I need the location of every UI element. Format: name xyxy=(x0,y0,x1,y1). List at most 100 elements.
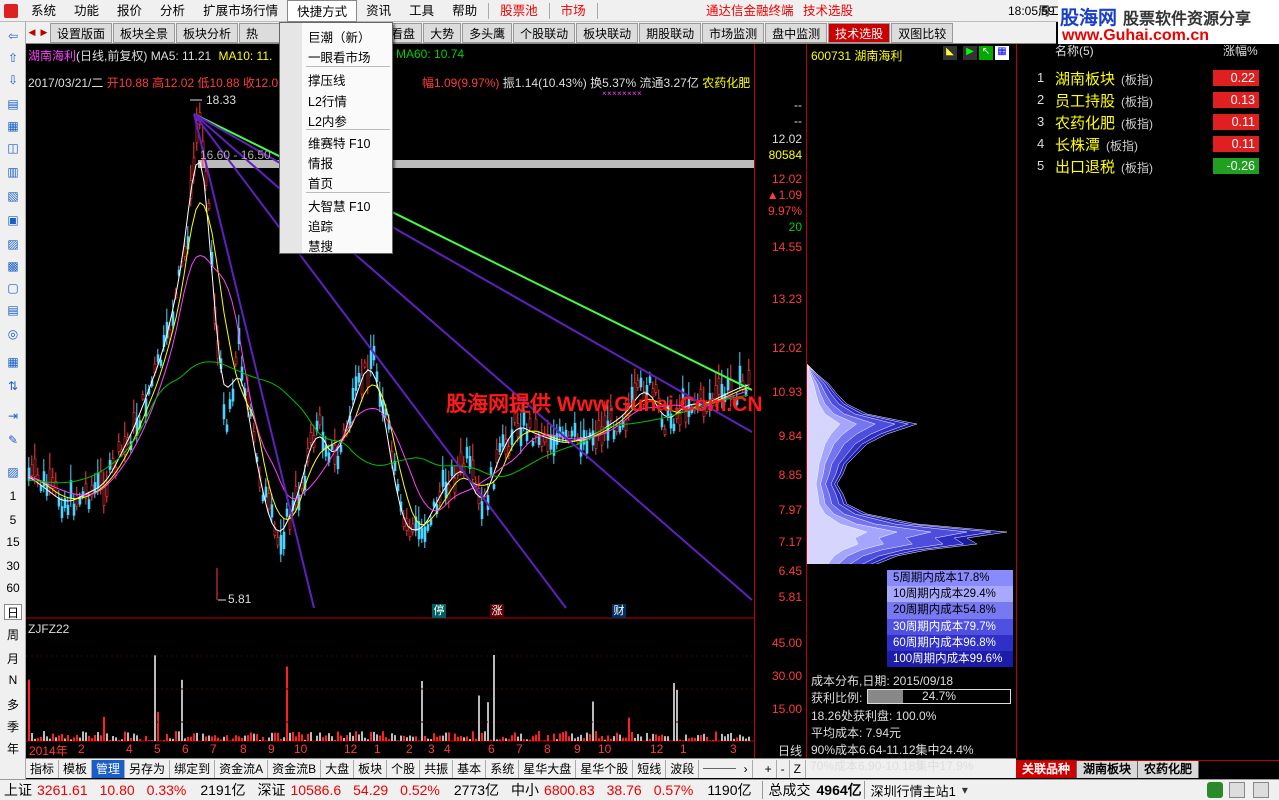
period-5min[interactable]: 5 xyxy=(4,512,22,528)
menu-item-l2-insider[interactable]: L2内参 xyxy=(308,111,347,130)
menu-news[interactable]: 资讯 xyxy=(357,0,400,22)
menu-item-l2-quote[interactable]: L2行情 xyxy=(308,91,347,110)
period-month[interactable]: 月 xyxy=(4,650,22,666)
period-1min[interactable]: 1 xyxy=(4,488,22,504)
tab-bull-eagle[interactable]: 多头鹰 xyxy=(462,22,513,43)
period-n-days[interactable]: N xyxy=(4,672,22,688)
tab-futures-linkage[interactable]: 期股联动 xyxy=(639,22,702,43)
ftab-fund-flow-b[interactable]: 资金流B xyxy=(268,759,322,778)
tab-sector-analysis[interactable]: 板块分析 xyxy=(176,22,239,43)
related-row[interactable]: 5 出口退税 (板指) -0.26 xyxy=(1017,156,1279,176)
related-row[interactable]: 2 员工持股 (板指) 0.13 xyxy=(1017,90,1279,110)
period-60min[interactable]: 60 xyxy=(4,580,22,596)
limit-up-event-marker[interactable]: 涨 xyxy=(490,604,504,618)
related-header-name[interactable]: 名称(5) xyxy=(1055,42,1094,59)
ftab-short-term[interactable]: 短线 xyxy=(633,759,667,778)
ftab-scroll-right-icon[interactable]: › xyxy=(740,759,753,778)
ftab-resonance[interactable]: 共振 xyxy=(420,759,454,778)
ftab-bind-to[interactable]: 绑定到 xyxy=(170,759,216,778)
document-icon[interactable]: ▨ xyxy=(4,236,22,252)
ftab-xinghua-stock[interactable]: 星华个股 xyxy=(576,759,634,778)
sz-index-name[interactable]: 深证 xyxy=(258,780,286,800)
tab-market-trend[interactable]: 大势 xyxy=(423,22,462,43)
zoom-reset-icon[interactable]: Z xyxy=(790,759,806,778)
ftab-indicator[interactable]: 指标 xyxy=(26,759,60,778)
period-30min[interactable]: 30 xyxy=(4,558,22,574)
up-icon[interactable]: ⇧ xyxy=(4,50,22,66)
ftab-scroll-track[interactable] xyxy=(703,768,736,769)
suspend-event-marker[interactable]: 停 xyxy=(432,604,446,618)
tab-scroll-left-icon[interactable]: ◀ xyxy=(26,23,38,43)
dropdown-arrow-icon[interactable]: ▾ xyxy=(962,783,968,797)
menu-help[interactable]: 帮助 xyxy=(443,0,486,22)
indicator-name[interactable]: ZJFZ22 xyxy=(28,622,69,636)
finance-event-marker[interactable]: 财 xyxy=(612,604,626,618)
tab-related-items[interactable]: 关联品种 xyxy=(1016,761,1078,778)
related-header-change[interactable]: 涨幅% xyxy=(1223,42,1258,59)
link-tdx-terminal[interactable]: 通达信金融终端 xyxy=(706,0,794,22)
menu-item-home[interactable]: 首页 xyxy=(308,173,333,192)
server-station[interactable]: 深圳行情主站1 xyxy=(871,781,956,800)
connection-status-icon[interactable] xyxy=(1207,782,1223,798)
ftab-fund-flow-a[interactable]: 资金流A xyxy=(215,759,269,778)
report-icon[interactable]: ▧ xyxy=(4,188,22,204)
menu-stock-pool[interactable]: 股票池 xyxy=(491,0,547,22)
related-row[interactable]: 3 农药化肥 (板指) 0.11 xyxy=(1017,112,1279,132)
menu-market[interactable]: 市场 xyxy=(552,0,595,22)
tab-tech-select[interactable]: 技术选股 xyxy=(828,22,891,43)
period-season[interactable]: 季 xyxy=(4,718,22,734)
menu-item-intel[interactable]: 情报 xyxy=(308,153,333,172)
period-15min[interactable]: 15 xyxy=(4,534,22,550)
ftab-market[interactable]: 大盘 xyxy=(321,759,355,778)
login-icon[interactable]: ⇥ xyxy=(4,408,22,424)
related-row[interactable]: 1 湖南板块 (板指) 0.22 xyxy=(1017,68,1279,88)
tab-dual-chart[interactable]: 双图比较 xyxy=(891,22,954,43)
menu-extended-market[interactable]: 扩展市场行情 xyxy=(194,0,287,22)
menu-item-dzh-f10[interactable]: 大智慧 F10 xyxy=(308,196,371,215)
line-chart-icon[interactable]: ◫ xyxy=(4,140,22,156)
menu-tools[interactable]: 工具 xyxy=(400,0,443,22)
ftab-save-as[interactable]: 另存为 xyxy=(125,759,171,778)
period-year[interactable]: 年 xyxy=(4,740,22,756)
tab-sector-linkage[interactable]: 板块联动 xyxy=(576,22,639,43)
period-week[interactable]: 周 xyxy=(4,626,22,642)
menu-analysis[interactable]: 分析 xyxy=(151,0,194,22)
sh-index-name[interactable]: 上证 xyxy=(4,780,32,800)
circle-icon[interactable]: ◎ xyxy=(4,326,22,342)
down-icon[interactable]: ⇩ xyxy=(4,72,22,88)
menu-item-cninfo[interactable]: 巨潮（新） xyxy=(308,27,371,46)
ftab-stock[interactable]: 个股 xyxy=(387,759,421,778)
kline-icon[interactable]: ▥ xyxy=(4,164,22,180)
tab-intraday-monitor[interactable]: 盘中监测 xyxy=(765,22,828,43)
tab-pesticide-sector[interactable]: 农药化肥 xyxy=(1138,761,1200,778)
menu-system[interactable]: 系统 xyxy=(22,0,65,22)
back-icon[interactable]: ⇦ xyxy=(4,28,22,44)
ftab-sector[interactable]: 板块 xyxy=(354,759,388,778)
period-multi[interactable]: 多 xyxy=(4,696,22,712)
settings-icon[interactable] xyxy=(1253,782,1269,798)
pencil-icon[interactable]: ✎ xyxy=(4,432,22,448)
link-tech-select[interactable]: 技术选股 xyxy=(803,0,853,22)
tab-stock-linkage[interactable]: 个股联动 xyxy=(513,22,576,43)
related-row[interactable]: 4 长株潭 (板指) 0.11 xyxy=(1017,134,1279,154)
tab-market-monitor[interactable]: 市场监测 xyxy=(702,22,765,43)
message-icon[interactable] xyxy=(1229,782,1245,798)
ftab-manage[interactable]: 管理 xyxy=(92,759,126,778)
menu-shortcuts[interactable]: 快捷方式 xyxy=(287,0,358,22)
tab-scroll-right-icon[interactable]: ▶ xyxy=(38,23,50,43)
grid-icon[interactable]: ▦ xyxy=(4,118,22,134)
picture-icon[interactable]: ▨ xyxy=(4,464,22,480)
period-day[interactable]: 日 xyxy=(4,604,22,620)
menu-quote[interactable]: 报价 xyxy=(108,0,151,22)
menu-item-support-resistance[interactable]: 撑压线 xyxy=(308,70,346,89)
f2-icon[interactable]: ▢ xyxy=(4,280,22,296)
f10-icon[interactable]: ▣ xyxy=(4,212,22,228)
menu-item-smart-search[interactable]: 慧搜 xyxy=(308,236,333,255)
news-icon[interactable]: ▩ xyxy=(4,258,22,274)
ftab-system[interactable]: 系统 xyxy=(486,759,520,778)
calendar-icon[interactable]: ▤ xyxy=(4,302,22,318)
menu-item-market-glance[interactable]: 一眼看市场 xyxy=(308,47,371,66)
tab-layout-settings[interactable]: 设置版面 xyxy=(50,22,113,43)
menu-item-track[interactable]: 追踪 xyxy=(308,216,333,235)
ftab-template[interactable]: 模板 xyxy=(59,759,93,778)
